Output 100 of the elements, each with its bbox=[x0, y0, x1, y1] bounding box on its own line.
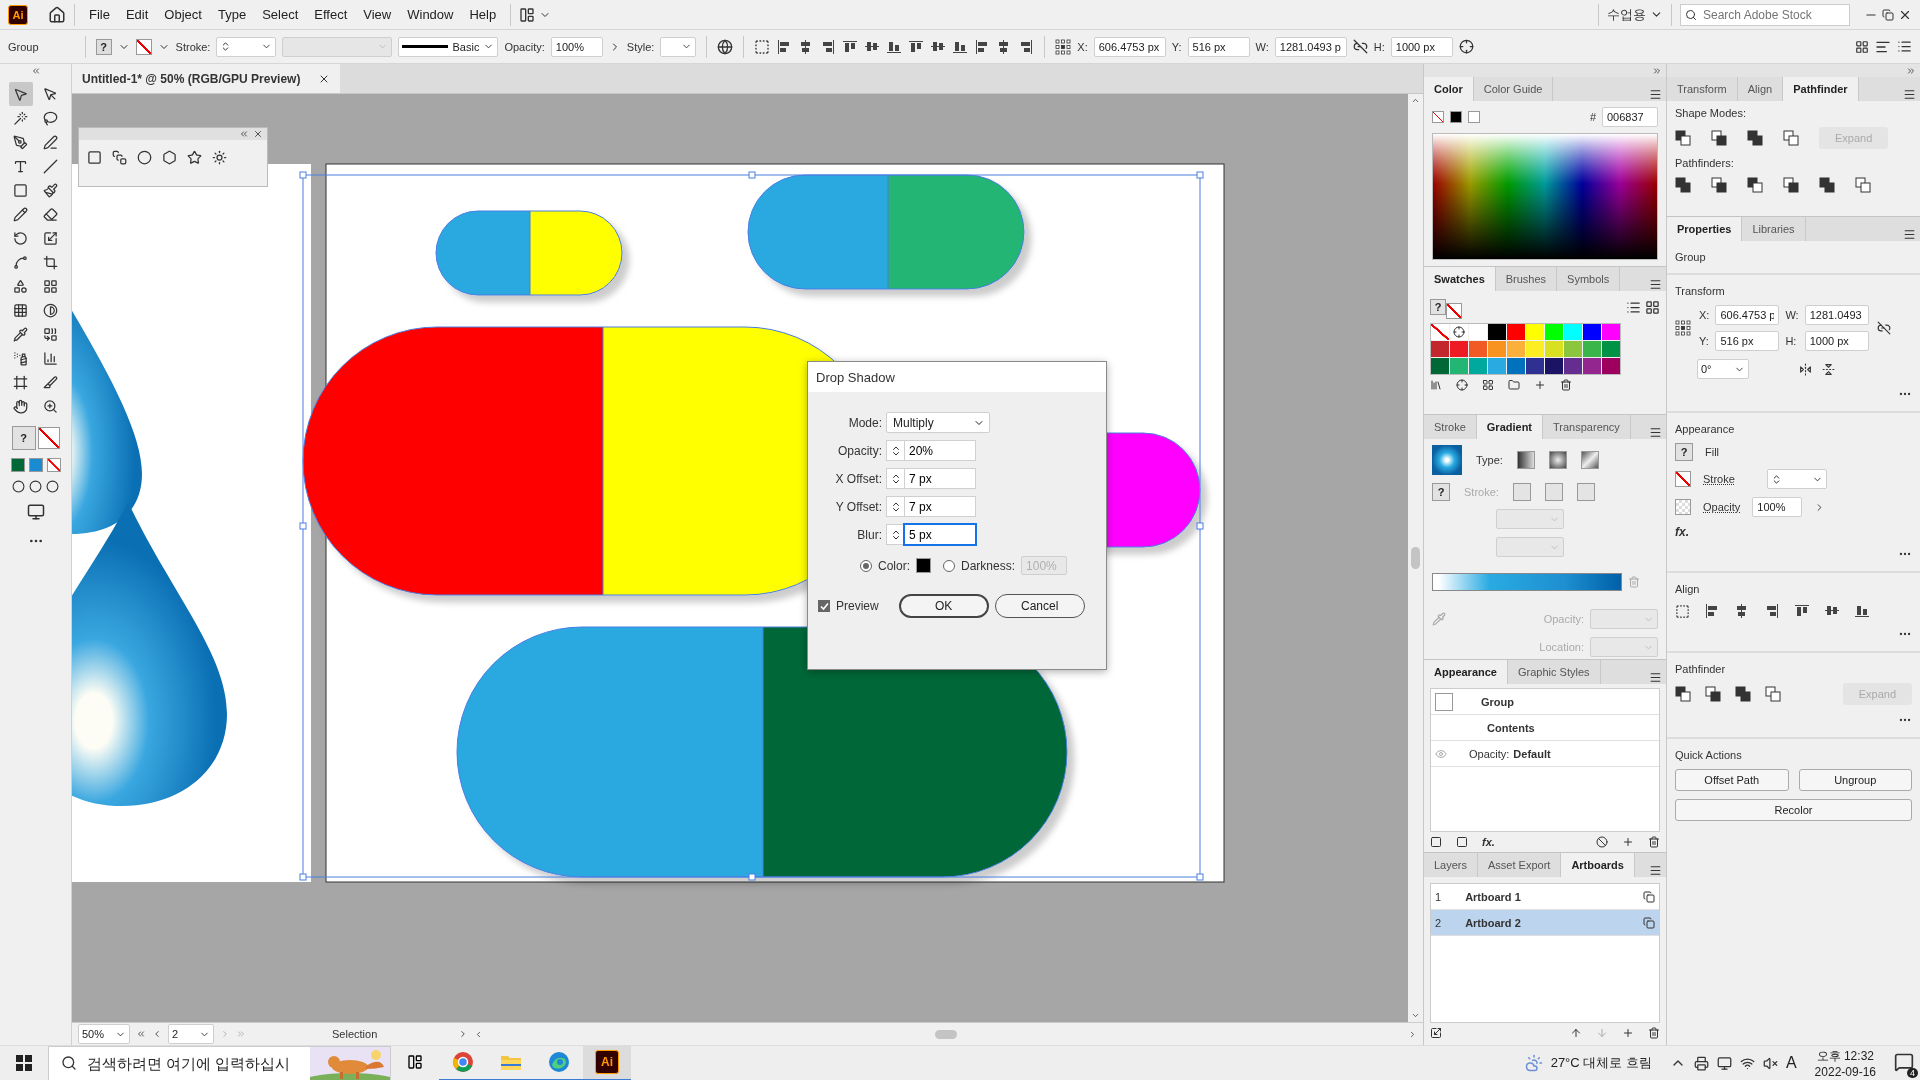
panel-tab[interactable]: Layers bbox=[1424, 853, 1479, 877]
panel-tab[interactable]: Color bbox=[1424, 77, 1474, 101]
panel-tab[interactable]: Brushes bbox=[1495, 267, 1558, 291]
stroke-label: Stroke: bbox=[1464, 486, 1499, 498]
x-label: X: bbox=[1699, 309, 1710, 321]
contents-label: Contents bbox=[1487, 721, 1535, 734]
ok-button[interactable]: OK bbox=[898, 594, 989, 618]
x-field[interactable]: 606.4753 px bbox=[1093, 36, 1166, 57]
panel-tab[interactable]: Swatches bbox=[1424, 267, 1496, 291]
artboard-number: 1 bbox=[1435, 890, 1442, 903]
quick-action-button[interactable]: Recolor bbox=[1675, 799, 1912, 821]
artboard-name: Artboard 2 bbox=[1465, 916, 1521, 929]
width-field[interactable]: 1281.0493 bbox=[1804, 305, 1869, 325]
height-field[interactable]: 1000 px bbox=[1804, 331, 1869, 351]
rotate-angle-field[interactable]: 0° bbox=[1697, 359, 1749, 379]
panel-tab[interactable]: Libraries bbox=[1742, 217, 1806, 241]
panel-tab[interactable]: Pathfinder bbox=[1783, 77, 1859, 101]
w-label: W: bbox=[1255, 40, 1269, 53]
x-field[interactable]: 606.4753 p bbox=[1715, 305, 1780, 325]
menu-item[interactable]: File bbox=[83, 5, 116, 24]
quick-action-button[interactable]: Offset Path bbox=[1675, 769, 1789, 791]
y-field[interactable]: 516 px bbox=[1187, 36, 1250, 57]
stock-search-field[interactable]: Search Adobe Stock bbox=[1680, 3, 1850, 26]
panel-tab[interactable]: Graphic Styles bbox=[1508, 660, 1601, 684]
fill-swatch[interactable]: ? bbox=[1430, 299, 1446, 315]
w-label: W: bbox=[1785, 309, 1799, 321]
field-label: Blur: bbox=[856, 527, 882, 542]
opacity-label: Opacity: bbox=[1469, 747, 1510, 760]
opacity-label: Opacity: bbox=[504, 40, 545, 53]
weather-text: 27°C 대체로 흐림 bbox=[1550, 1054, 1652, 1072]
quick-action-button[interactable]: Ungroup bbox=[1798, 769, 1912, 791]
search-input[interactable]: Search Adobe Stock bbox=[1701, 6, 1841, 23]
input-indicator: A bbox=[1785, 1054, 1797, 1072]
section-title: Align bbox=[1675, 583, 1701, 595]
spinner-field[interactable]: 20% bbox=[904, 440, 976, 461]
panel-tab[interactable]: Stroke bbox=[1424, 415, 1477, 439]
menu-item[interactable]: Help bbox=[463, 5, 503, 24]
stroke-label: Stroke: bbox=[175, 40, 211, 53]
panel-tab[interactable]: Appearance bbox=[1424, 660, 1508, 684]
artboard-row[interactable]: 2 Artboard 2 bbox=[1431, 910, 1659, 936]
cancel-button[interactable]: Cancel bbox=[994, 594, 1085, 618]
spinner-field[interactable]: 7 px bbox=[904, 496, 976, 517]
y-label: Y: bbox=[1699, 335, 1710, 347]
dialog-title: Drop Shadow bbox=[816, 369, 895, 385]
spinner-field[interactable]: 7 px bbox=[904, 468, 976, 489]
type-label: Type: bbox=[1476, 454, 1503, 466]
spinner-field[interactable]: 5 px bbox=[904, 524, 976, 545]
effects-label: fx. bbox=[1675, 525, 1689, 539]
selection-type: Group bbox=[8, 40, 39, 53]
taskbar-search-field[interactable]: 검색하려면 여기에 입력하십시 bbox=[48, 1045, 391, 1080]
stroke-label: Stroke bbox=[1703, 473, 1735, 485]
opacity-field[interactable]: 100% bbox=[1752, 497, 1803, 517]
panel-tab[interactable]: Symbols bbox=[1557, 267, 1621, 291]
fill-swatch[interactable]: ? bbox=[1675, 443, 1693, 461]
workspace-name: 수업용 bbox=[1607, 5, 1646, 24]
panel-tab[interactable]: Color Guide bbox=[1473, 77, 1554, 101]
y-label: Y: bbox=[1171, 40, 1182, 53]
hex-label: # bbox=[1589, 111, 1596, 123]
menu-item[interactable]: Window bbox=[401, 5, 460, 24]
panel-tab[interactable]: Transparency bbox=[1543, 415, 1631, 439]
brush-dropdown[interactable]: Basic bbox=[398, 36, 499, 57]
menu-item[interactable]: View bbox=[357, 5, 398, 24]
search-input[interactable]: 검색하려면 여기에 입력하십시 bbox=[85, 1053, 305, 1073]
section-title: Quick Actions bbox=[1675, 749, 1743, 761]
illustrator-app-button[interactable]: Ai bbox=[583, 1045, 631, 1080]
mode-dropdown[interactable]: Multiply bbox=[886, 412, 990, 433]
height-field[interactable]: 1000 px bbox=[1390, 36, 1453, 57]
menu-item[interactable]: Select bbox=[256, 5, 305, 24]
checkbox-label: Preview bbox=[836, 599, 879, 613]
style-label: Style: bbox=[626, 40, 655, 53]
panel-tab[interactable]: Transform bbox=[1667, 77, 1738, 101]
fill-swatch[interactable]: ? bbox=[95, 38, 112, 55]
option-label: Color: bbox=[878, 558, 910, 573]
notification-count: 4 bbox=[1907, 1067, 1918, 1078]
menu-item[interactable]: Object bbox=[158, 5, 208, 24]
selection-type: Group bbox=[1675, 251, 1707, 263]
field-label: X Offset: bbox=[834, 471, 882, 486]
opacity-label: Opacity: bbox=[1543, 613, 1584, 625]
fill-swatch[interactable]: ? bbox=[11, 426, 36, 450]
location-label: Location: bbox=[1539, 641, 1584, 653]
opacity-value: Default bbox=[1513, 747, 1551, 760]
opacity-field[interactable]: 100% bbox=[550, 36, 603, 57]
panel-tab[interactable]: Artboards bbox=[1561, 853, 1635, 877]
section-title: Pathfinder bbox=[1675, 663, 1727, 675]
clock-date: 2022-09-16 bbox=[1814, 1064, 1876, 1079]
artboard-dropdown[interactable]: 2 bbox=[168, 1024, 214, 1044]
width-field[interactable]: 1281.0493 p bbox=[1274, 36, 1347, 57]
h-label: H: bbox=[1785, 335, 1798, 347]
object-name: Group bbox=[1481, 695, 1514, 708]
panel-tab[interactable]: Gradient bbox=[1476, 415, 1544, 439]
option-label: Darkness: bbox=[961, 558, 1016, 573]
panel-tab[interactable]: Properties bbox=[1667, 217, 1743, 241]
menu-item[interactable]: Effect bbox=[308, 5, 354, 24]
menu-item[interactable]: Edit bbox=[119, 5, 155, 24]
fill-swatch[interactable]: ? bbox=[1432, 483, 1450, 501]
hex-field[interactable]: 006837 bbox=[1602, 107, 1658, 127]
zoom-dropdown[interactable]: 50% bbox=[78, 1024, 130, 1044]
y-field[interactable]: 516 px bbox=[1715, 331, 1780, 351]
document-tab[interactable]: Untitled-1* @ 50% (RGB/GPU Preview) bbox=[72, 64, 341, 93]
menu-item[interactable]: Type bbox=[211, 5, 253, 24]
